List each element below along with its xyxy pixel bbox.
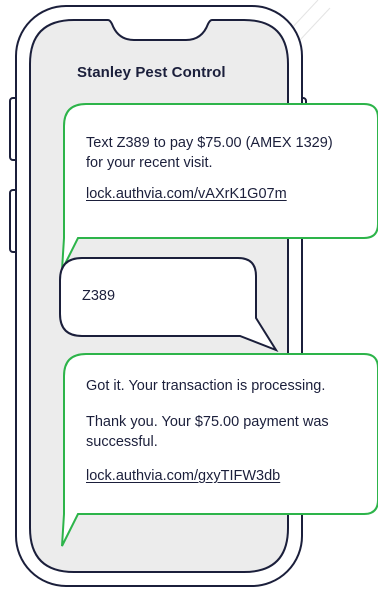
message-text-line: Text Z389 to pay $75.00 (AMEX 1329) xyxy=(86,135,333,151)
sender-name: Stanley Pest Control xyxy=(77,64,226,81)
phone-graphic xyxy=(9,0,378,587)
phone-illustration: Stanley Pest Control Text Z389 to pay $7… xyxy=(0,0,378,592)
reply-text: Z389 xyxy=(82,288,116,304)
message-text-line: Got it. Your transaction is processing. xyxy=(86,378,326,394)
payment-link[interactable]: lock.authvia.com/vAXrK1G07m xyxy=(86,186,287,202)
message-text-line: Thank you. Your $75.00 payment was xyxy=(86,414,329,430)
message-text-line: successful. xyxy=(86,434,158,450)
decor-line xyxy=(299,7,331,41)
message-text-line: for your recent visit. xyxy=(86,155,213,171)
receipt-link[interactable]: lock.authvia.com/gxyTIFW3db xyxy=(86,468,280,484)
